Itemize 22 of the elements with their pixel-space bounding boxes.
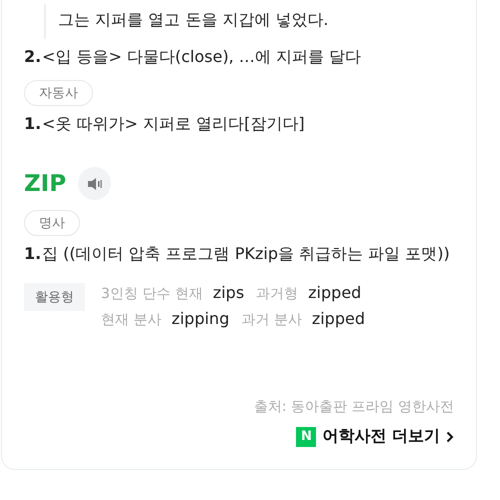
inflection-form: zipped bbox=[308, 283, 362, 302]
inflection-label: 활용형 bbox=[24, 283, 85, 311]
inflection-form: zipping bbox=[171, 309, 230, 328]
inflection-type: 과거 분사 bbox=[241, 311, 302, 329]
inflection-type: 3인칭 단수 현재 bbox=[101, 285, 203, 303]
inflection-type: 과거형 bbox=[256, 285, 298, 303]
source-credit: 출처: 동아출판 프라임 영한사전 bbox=[254, 398, 454, 416]
definition: 2.<입 등을> 다물다(close), …에 지퍼를 달다 bbox=[24, 46, 362, 68]
part-of-speech-tag: 명사 bbox=[24, 210, 80, 236]
inflection-form: zips bbox=[212, 283, 244, 302]
more-dictionary-link[interactable]: N 어학사전 더보기 bbox=[296, 426, 454, 447]
chevron-right-icon bbox=[446, 430, 454, 442]
entry-word: ZIP bbox=[24, 170, 66, 196]
example-translation: 그는 지퍼를 열고 돈을 지갑에 넣었다. bbox=[58, 10, 329, 29]
definition: 1.<옷 따위가> 지퍼로 열리다[잠기다] bbox=[24, 113, 306, 135]
part-of-speech-tag: 자동사 bbox=[24, 80, 93, 106]
speaker-button[interactable] bbox=[78, 167, 112, 200]
definition: 1.집 ((데이터 압축 프로그램 PKzip을 취급하는 파일 포맷)) bbox=[24, 243, 451, 265]
speaker-icon bbox=[88, 178, 102, 190]
inflection-form: zipped bbox=[312, 309, 365, 328]
inflection-type: 현재 분사 bbox=[101, 311, 162, 329]
logo-badge: N bbox=[296, 426, 316, 446]
